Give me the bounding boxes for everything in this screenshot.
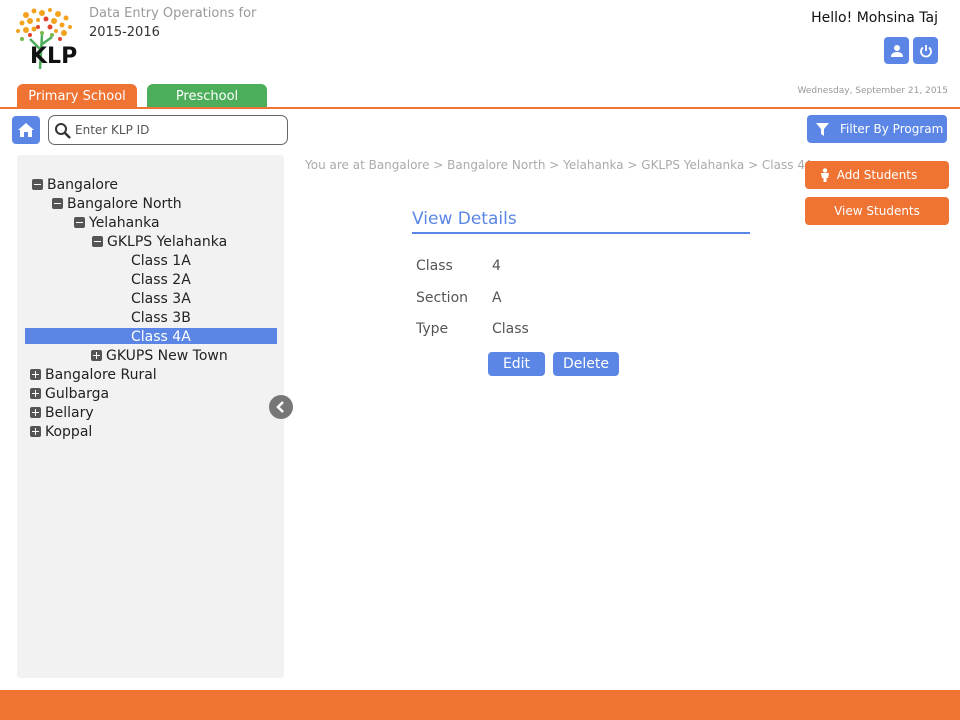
tree-node-gkups-new-town[interactable]: GKUPS New Town <box>91 347 228 364</box>
edit-button[interactable]: Edit <box>488 352 545 376</box>
expand-icon[interactable] <box>30 407 41 418</box>
tree-node-label: GKLPS Yelahanka <box>107 233 228 250</box>
tree-node-bellary[interactable]: Bellary <box>30 404 94 421</box>
tree-node-label: Koppal <box>45 423 93 440</box>
power-icon <box>919 44 932 57</box>
collapse-icon[interactable] <box>74 217 85 228</box>
title-underline <box>412 232 750 234</box>
tree-node-bangalore-north[interactable]: Bangalore North <box>52 195 182 212</box>
current-date: Wednesday, September 21, 2015 <box>797 86 948 96</box>
home-icon <box>18 123 34 137</box>
data-entry-label: Data Entry Operations for <box>89 6 257 21</box>
tab-preschool[interactable]: Preschool <box>147 84 267 108</box>
tree-node-class-4a[interactable]: Class 4A <box>131 328 191 345</box>
tree-node-gulbarga[interactable]: Gulbarga <box>30 385 109 402</box>
view-details-title: View Details <box>412 209 517 229</box>
tree-node-label: Bangalore North <box>67 195 182 212</box>
tree-node-class-2a[interactable]: Class 2A <box>131 271 191 288</box>
collapse-icon[interactable] <box>32 179 43 190</box>
user-icon <box>890 44 903 57</box>
delete-button[interactable]: Delete <box>553 352 619 376</box>
class-value: 4 <box>492 258 501 274</box>
breadcrumb: You are at Bangalore > Bangalore North >… <box>305 158 814 172</box>
tree-node-koppal[interactable]: Koppal <box>30 423 92 440</box>
tree-node-bangalore-rural[interactable]: Bangalore Rural <box>30 366 157 383</box>
tree-node-class-3b[interactable]: Class 3B <box>131 309 191 326</box>
tree-node-label: Yelahanka <box>89 214 160 231</box>
home-button[interactable] <box>12 116 40 144</box>
search-icon <box>55 123 71 139</box>
tree-node-label: Bangalore <box>47 176 119 193</box>
user-greeting: Hello! Mohsina Taj <box>811 10 938 26</box>
tab-primary-school[interactable]: Primary School <box>17 84 137 108</box>
view-students-button[interactable]: View Students <box>805 197 949 225</box>
tree-node-class-1a[interactable]: Class 1A <box>131 252 191 269</box>
filter-icon <box>816 122 829 136</box>
chevron-left-icon <box>276 401 284 413</box>
klp-id-input[interactable] <box>75 121 280 139</box>
academic-year: 2015-2016 <box>89 25 160 40</box>
class-label: Class <box>416 258 453 274</box>
tree-node-bangalore[interactable]: Bangalore <box>32 176 118 193</box>
type-value: Class <box>492 321 529 337</box>
add-students-button[interactable]: Add Students <box>805 161 949 189</box>
tree-node-label: Bangalore Rural <box>45 366 157 383</box>
expand-icon[interactable] <box>30 369 41 380</box>
tree-node-yelahanka[interactable]: Yelahanka <box>74 214 160 231</box>
tree-node-label: GKUPS New Town <box>106 347 228 364</box>
collapse-icon[interactable] <box>92 236 103 247</box>
tree-node-class-3a[interactable]: Class 3A <box>131 290 191 307</box>
profile-button[interactable] <box>884 37 909 64</box>
collapse-icon[interactable] <box>52 198 63 209</box>
section-value: A <box>492 290 502 306</box>
section-label: Section <box>416 290 469 306</box>
klp-search-box <box>48 115 288 145</box>
tab-divider <box>0 107 960 109</box>
logout-button[interactable] <box>913 37 938 64</box>
expand-icon[interactable] <box>30 426 41 437</box>
footer-bar <box>0 690 960 720</box>
collapse-sidebar-button[interactable] <box>269 395 293 419</box>
tree-node-label: Gulbarga <box>45 385 110 402</box>
expand-icon[interactable] <box>30 388 41 399</box>
tree-node-label: Bellary <box>45 404 94 421</box>
add-students-label: Add Students <box>836 168 918 182</box>
filter-by-program-button[interactable]: Filter By Program <box>807 115 947 143</box>
filter-label: Filter By Program <box>840 122 944 136</box>
tree-node-gklps-yelahanka[interactable]: GKLPS Yelahanka <box>92 233 227 250</box>
type-label: Type <box>416 321 449 337</box>
logo-text: KLP <box>30 44 78 69</box>
expand-icon[interactable] <box>91 350 102 361</box>
student-icon <box>821 168 829 182</box>
